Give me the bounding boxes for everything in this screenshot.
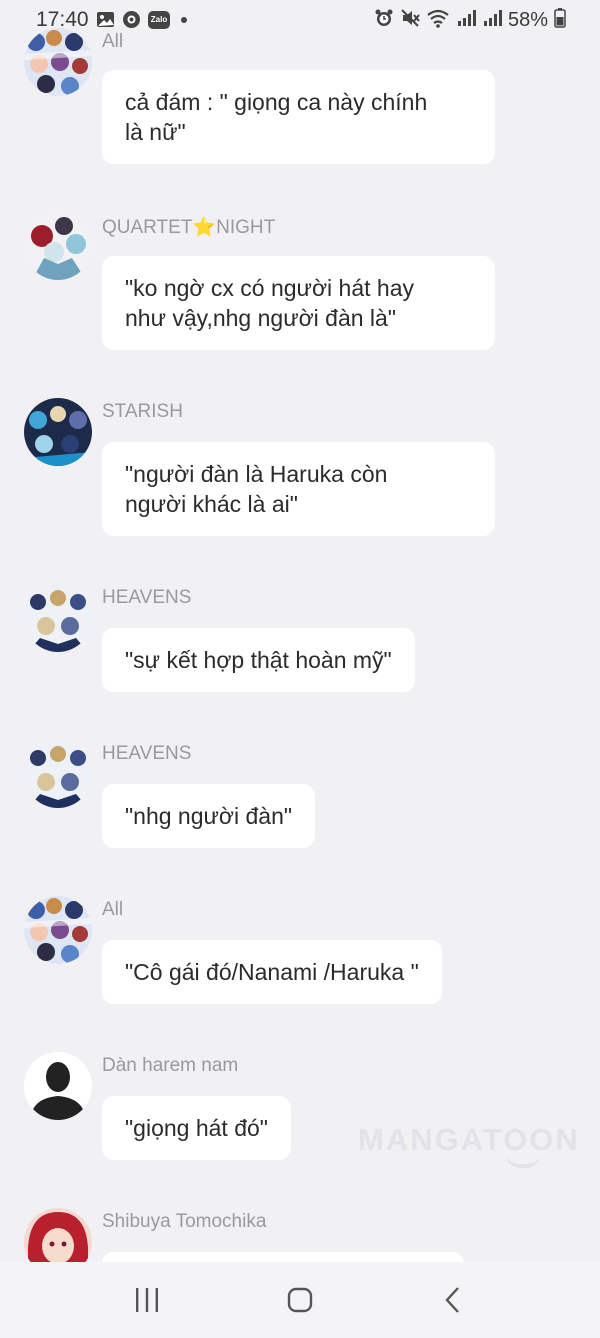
message-bubble[interactable]: "Cô gái đó/Nanami /Haruka " — [102, 940, 442, 1004]
battery-icon — [554, 8, 566, 33]
notification-dot — [181, 16, 187, 23]
message-line: "người đàn là Haruka còn — [125, 461, 388, 487]
system-nav-bar — [0, 1262, 600, 1338]
sender-name: QUARTET⭐NIGHT — [102, 217, 276, 238]
message-line: "ko ngờ cx có người hát hay — [125, 275, 414, 301]
sender-name: STARISH — [102, 401, 183, 422]
sender-name: HEAVENS — [102, 743, 192, 764]
message-line: như vậy,nhg người đàn là" — [125, 305, 397, 331]
zalo-icon: Zalo — [148, 10, 170, 29]
avatar[interactable] — [24, 740, 92, 808]
message-line: người khác là ai" — [125, 491, 298, 517]
status-right-icons: 58% — [374, 8, 566, 33]
avatar[interactable] — [24, 212, 92, 280]
status-left-icons: Zalo — [96, 10, 187, 29]
back-icon[interactable] — [423, 1270, 483, 1330]
wifi-icon — [426, 8, 450, 33]
watermark-smile — [506, 1154, 540, 1168]
avatar[interactable] — [24, 584, 92, 652]
watermark: MANGATOON — [358, 1122, 580, 1157]
sender-name: All — [102, 899, 124, 920]
message-bubble[interactable]: "nhg người đàn" — [102, 784, 316, 848]
sender-name: Shibuya Tomochika — [102, 1211, 267, 1232]
message-line: "giọng hát đó" — [125, 1115, 268, 1141]
signal-icon — [482, 9, 502, 32]
avatar[interactable] — [24, 1052, 92, 1120]
location-icon — [122, 10, 141, 29]
avatar[interactable] — [24, 896, 92, 964]
mute-icon — [400, 8, 420, 33]
signal-icon — [456, 9, 476, 32]
message-line: "sự kết hợp thật hoàn mỹ" — [125, 647, 392, 673]
status-time: 17:40 — [36, 8, 89, 31]
message-bubble[interactable]: "giọng hát đó" — [102, 1096, 291, 1160]
sender-name: Dàn harem nam — [102, 1055, 239, 1076]
recent-apps-icon[interactable] — [117, 1270, 177, 1330]
message-bubble[interactable]: "ko ngờ cx có người hát hay như vậy,nhg … — [102, 256, 495, 350]
avatar[interactable] — [24, 398, 92, 466]
home-icon[interactable] — [270, 1270, 330, 1330]
message-line: "Cô gái đó/Nanami /Haruka " — [125, 959, 419, 985]
message-line: là nữ" — [125, 119, 186, 145]
message-line: "nhg người đàn" — [125, 803, 293, 829]
message-bubble[interactable]: "người đàn là Haruka còn người khác là a… — [102, 442, 495, 536]
battery-percent: 58% — [507, 9, 548, 31]
message-line: cả đám : " giọng ca này chính — [125, 89, 428, 115]
chat-screen: 17:40 Zalo 58% All cả đám: " giọng ca n… — [0, 0, 600, 1338]
alarm-icon — [374, 8, 394, 33]
message-bubble[interactable]: cả đám : " giọng ca này chính là nữ" — [102, 70, 495, 164]
status-bar: 17:40 Zalo 58% — [0, 0, 600, 40]
message-bubble[interactable]: "sự kết hợp thật hoàn mỹ" — [102, 628, 415, 692]
image-icon — [96, 10, 115, 29]
sender-name: HEAVENS — [102, 587, 192, 608]
